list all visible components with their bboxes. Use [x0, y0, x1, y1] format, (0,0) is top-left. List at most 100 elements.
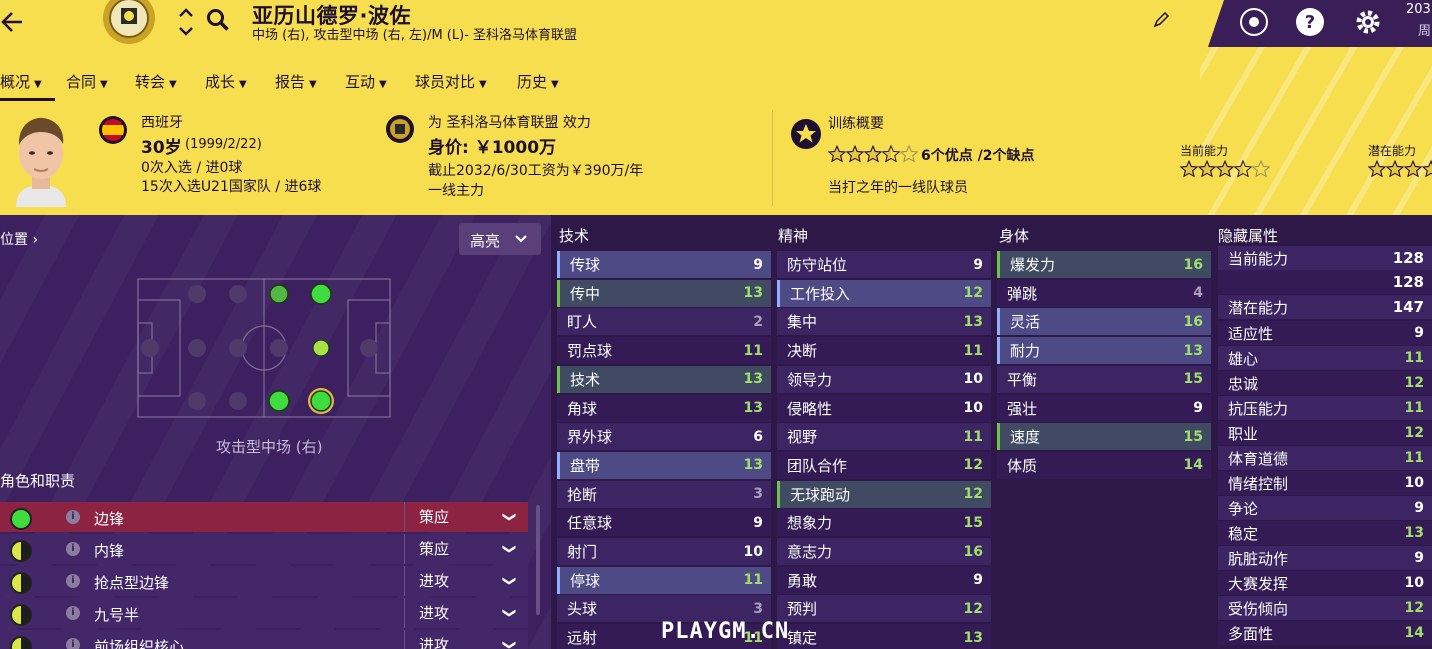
attribute-row[interactable]: 盘带 13: [557, 451, 771, 479]
attribute-row[interactable]: 想象力 15: [777, 509, 991, 537]
role-row[interactable]: i 抢点型边锋 进攻 ❯: [0, 566, 528, 596]
search-icon[interactable]: [206, 8, 230, 32]
hidden-attribute-row[interactable]: 体育道德 11: [1218, 446, 1432, 470]
highlight-select[interactable]: 高亮: [459, 223, 541, 255]
hidden-attribute-row[interactable]: 争论 9: [1218, 496, 1432, 520]
tab-development[interactable]: 成长 ▼: [205, 71, 247, 92]
attribute-row[interactable]: 射门 10: [557, 538, 771, 565]
attribute-row[interactable]: 任意球 9: [557, 509, 771, 537]
attribute-row[interactable]: 无球跑动 12: [777, 480, 991, 508]
role-row[interactable]: i 边锋 策应 ❯: [0, 502, 528, 532]
attribute-row[interactable]: 团队合作 12: [777, 451, 991, 479]
attribute-row[interactable]: 抢断 3: [557, 480, 771, 508]
attribute-row[interactable]: 爆发力 16: [997, 251, 1211, 278]
hidden-attribute-row[interactable]: 肮脏动作 9: [1218, 546, 1432, 570]
settings-gear-icon[interactable]: [1354, 8, 1382, 36]
attribute-row[interactable]: 角球 13: [557, 394, 771, 422]
attribute-row[interactable]: 强壮 9: [997, 394, 1211, 422]
club-crest-icon[interactable]: [102, 0, 156, 46]
hidden-attribute-row[interactable]: 职业 12: [1218, 421, 1432, 445]
hidden-attribute-row[interactable]: 多面性 14: [1218, 621, 1432, 645]
hidden-attribute-row[interactable]: 抗压能力 11: [1218, 396, 1432, 420]
attribute-value: 13: [963, 313, 983, 330]
attribute-row[interactable]: 弹跳 4: [997, 279, 1211, 307]
attribute-row[interactable]: 侵略性 10: [777, 394, 991, 422]
duty-select[interactable]: 进攻 ❯: [404, 598, 528, 628]
role-suitability-icon: [10, 540, 32, 562]
attribute-row[interactable]: 传中 13: [557, 279, 771, 307]
attribute-row[interactable]: 集中 13: [777, 308, 991, 336]
top-right-toolbar: ? 203 周: [1208, 0, 1432, 47]
duty-select[interactable]: 策应 ❯: [404, 534, 528, 564]
attribute-value: 3: [753, 486, 763, 503]
role-row[interactable]: i 前场组织核心 进攻 ❯: [0, 630, 528, 649]
role-row[interactable]: i 九号半 进攻 ❯: [0, 598, 528, 628]
attribute-row[interactable]: 领导力 10: [777, 365, 991, 393]
current-ability-label: 当前能力: [1180, 144, 1229, 158]
tab-transfer[interactable]: 转会 ▼: [135, 71, 177, 92]
tab-comparison[interactable]: 球员对比 ▼: [415, 71, 487, 92]
attribute-value: 13: [1183, 342, 1203, 359]
hidden-attribute-row[interactable]: 稳定 13: [1218, 521, 1432, 545]
help-icon[interactable]: ?: [1296, 8, 1324, 36]
training-title[interactable]: 训练概要: [828, 113, 884, 133]
attribute-row[interactable]: 预判 12: [777, 595, 991, 623]
attribute-row[interactable]: 罚点球 11: [557, 337, 771, 365]
tab-overview[interactable]: 概况 ▼: [0, 71, 42, 92]
attribute-name: 抢断: [567, 485, 598, 504]
info-icon[interactable]: i: [66, 510, 80, 524]
attribute-row[interactable]: 体质 14: [997, 451, 1211, 479]
attribute-row[interactable]: 盯人 2: [557, 308, 771, 336]
club-line[interactable]: 为 圣科洛马体育联盟 效力: [428, 112, 591, 132]
fm-logo-icon[interactable]: [1240, 8, 1268, 36]
attribute-name: 灵活: [1010, 313, 1041, 332]
attribute-row[interactable]: 勇敢 9: [777, 566, 991, 594]
attribute-row[interactable]: 耐力 13: [997, 337, 1211, 365]
attribute-row[interactable]: 灵活 16: [997, 308, 1211, 336]
duty-select[interactable]: 进攻 ❯: [404, 630, 528, 649]
info-icon[interactable]: i: [66, 606, 80, 620]
attribute-row[interactable]: 界外球 6: [557, 423, 771, 451]
attribute-value: 14: [1404, 625, 1424, 641]
attribute-row[interactable]: 工作投入 12: [777, 279, 991, 307]
attribute-row[interactable]: 停球 11: [557, 566, 771, 594]
tab-interaction[interactable]: 互动 ▼: [345, 71, 387, 92]
attribute-row[interactable]: 视野 11: [777, 423, 991, 451]
attribute-value: 13: [743, 457, 763, 474]
hidden-attribute-row[interactable]: 情绪控制 10: [1218, 471, 1432, 495]
tab-history[interactable]: 历史 ▼: [517, 71, 559, 92]
attribute-row[interactable]: 防守站位 9: [777, 251, 991, 278]
training-stars: [827, 144, 920, 163]
player-switch-arrows-icon[interactable]: [178, 4, 194, 40]
hidden-attribute-row[interactable]: 忠诚 12: [1218, 371, 1432, 395]
attribute-row[interactable]: 传球 9: [557, 251, 771, 278]
attribute-row[interactable]: 技术 13: [557, 365, 771, 393]
info-icon[interactable]: i: [66, 574, 80, 588]
tab-contract[interactable]: 合同 ▼: [66, 71, 108, 92]
nationality[interactable]: 西班牙: [141, 112, 183, 132]
hidden-attribute-row[interactable]: 适应性 9: [1218, 321, 1432, 345]
duty-select[interactable]: 进攻 ❯: [404, 566, 528, 596]
hidden-attribute-row[interactable]: 大赛发挥 10: [1218, 571, 1432, 595]
attribute-value: 9: [1414, 500, 1424, 516]
hidden-attribute-row[interactable]: 雄心 11: [1218, 346, 1432, 370]
hidden-attribute-row[interactable]: 当前能力 128: [1218, 246, 1432, 270]
hidden-attribute-row[interactable]: 潜在能力 147: [1218, 295, 1432, 319]
attribute-row[interactable]: 镇定 13: [777, 624, 991, 649]
attribute-row[interactable]: 平衡 15: [997, 365, 1211, 393]
hidden-attribute-row[interactable]: 128: [1218, 270, 1432, 294]
hidden-attribute-row[interactable]: 受伤倾向 12: [1218, 596, 1432, 620]
back-arrow-icon[interactable]: [0, 8, 26, 36]
attribute-name: 盘带: [570, 456, 601, 475]
attribute-row[interactable]: 决断 11: [777, 337, 991, 365]
roles-scrollbar[interactable]: [536, 505, 540, 615]
role-row[interactable]: i 内锋 策应 ❯: [0, 534, 528, 564]
duty-select[interactable]: 策应 ❯: [404, 502, 528, 532]
attribute-row[interactable]: 意志力 16: [777, 538, 991, 565]
tab-reports[interactable]: 报告 ▼: [275, 71, 317, 92]
info-icon[interactable]: i: [66, 638, 80, 649]
edit-pencil-icon[interactable]: [1153, 11, 1170, 28]
info-icon[interactable]: i: [66, 542, 80, 556]
attribute-row[interactable]: 速度 15: [997, 423, 1211, 451]
position-link[interactable]: 位置 ›: [0, 229, 38, 249]
